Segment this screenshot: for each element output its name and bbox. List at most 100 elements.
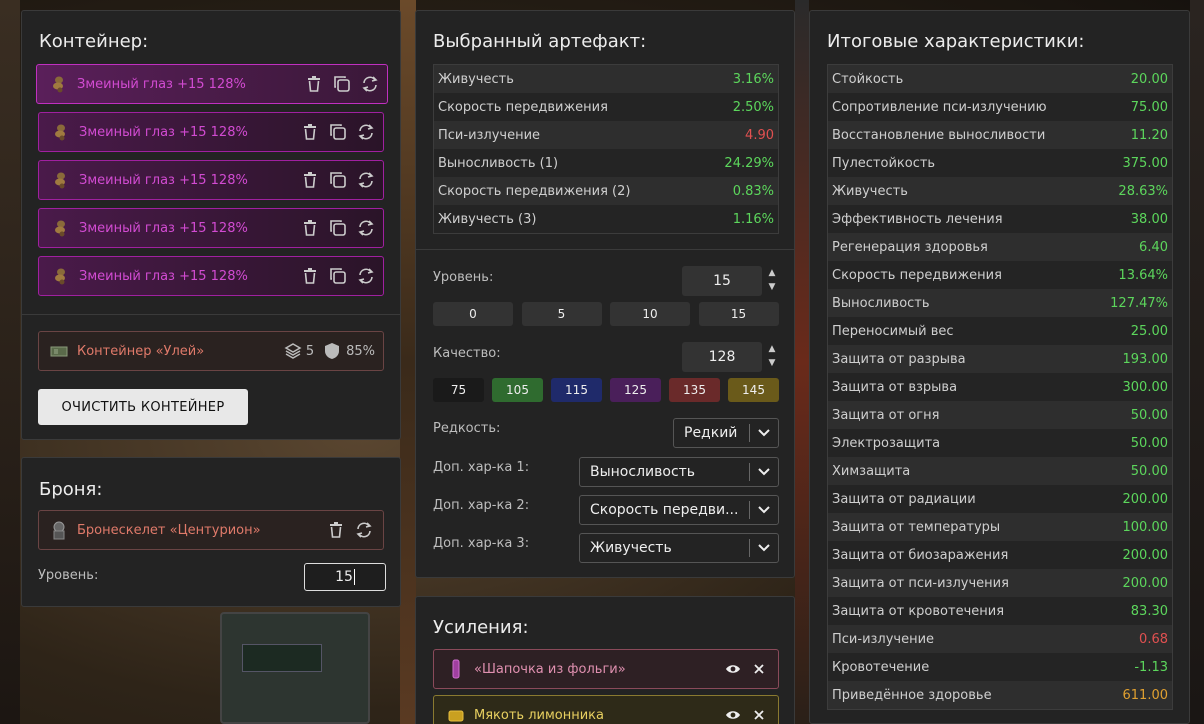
trash-icon[interactable] [301,171,319,189]
replace-icon[interactable] [357,171,375,189]
copy-icon[interactable] [329,171,347,189]
replace-icon[interactable] [355,521,373,539]
stat-name: Живучесть (3) [438,211,537,227]
stat-value: 127.47% [1110,295,1168,311]
boost-name: Мякоть лимонника [474,707,604,723]
container-slot[interactable]: Змеиный глаз +15 128% [38,208,384,248]
level-preset-button[interactable]: 15 [698,302,779,326]
quality-preset-button[interactable]: 135 [669,378,720,402]
eye-icon[interactable] [724,660,742,678]
boost-name: «Шапочка из фольги» [474,661,626,677]
replace-icon[interactable] [357,123,375,141]
close-icon[interactable] [750,706,768,724]
trash-icon[interactable] [301,219,319,237]
artifact-quality-input[interactable]: 128 [682,342,762,372]
container-item[interactable]: Контейнер «Улей» 5 85% [38,331,384,371]
trash-icon[interactable] [327,521,345,539]
stat-row: Защита от взрыва 300.00 [828,373,1172,401]
replace-icon[interactable] [357,219,375,237]
divider [22,314,400,315]
stat-value: 1.16% [732,211,774,227]
replace-icon[interactable] [357,267,375,285]
stat-name: Химзащита [832,463,911,479]
trash-icon[interactable] [305,75,323,93]
stat-row: Выносливость (1) 24.29% [434,149,778,177]
quality-down-arrow[interactable]: ▼ [766,358,778,368]
armor-level-value: 15 [335,569,353,585]
stat-row: Выносливость 127.47% [828,289,1172,317]
quality-preset-button[interactable]: 125 [610,378,661,402]
stat-value: 50.00 [1130,435,1168,451]
level-up-arrow[interactable]: ▲ [766,268,778,278]
trash-icon[interactable] [301,267,319,285]
totals-panel: Итоговые характеристики: Стойкость 20.00… [809,10,1190,724]
stat-value: 200.00 [1122,491,1169,507]
quality-preset-button[interactable]: 145 [728,378,779,402]
stat-value: 0.68 [1139,631,1168,647]
stat-row: Защита от пси-излучения 200.00 [828,569,1172,597]
stat-name: Регенерация здоровья [832,239,988,255]
container-slot[interactable]: Змеиный глаз +15 128% [38,112,384,152]
level-preset-button[interactable]: 5 [521,302,602,326]
close-icon[interactable] [750,660,768,678]
extra3-value: Живучесть [590,540,672,556]
stat-row: Электрозащита 50.00 [828,429,1172,457]
stat-row: Стойкость 20.00 [828,65,1172,93]
stat-value: 50.00 [1130,463,1168,479]
stat-name: Выносливость (1) [438,155,559,171]
stat-name: Электрозащита [832,435,941,451]
boost-item[interactable]: «Шапочка из фольги» [433,649,779,689]
artifact-icon [51,122,71,142]
stat-name: Скорость передвижения [438,99,608,115]
armor-item[interactable]: Бронескелет «Центурион» [38,510,384,550]
stat-row: Живучесть 3.16% [434,65,778,93]
extra1-select[interactable]: Выносливость [579,457,779,487]
boosts-panel: Усиления: «Шапочка из фольги» Мякоть лим… [415,596,795,724]
extra2-select[interactable]: Скорость передви... [579,495,779,525]
boost-item[interactable]: Мякоть лимонника [433,695,779,724]
stat-value: 25.00 [1130,323,1168,339]
stat-row: Живучесть 28.63% [828,177,1172,205]
stat-row: Пси-излучение 4.90 [434,121,778,149]
artifact-icon [51,218,71,238]
trash-icon[interactable] [301,123,319,141]
container-slot[interactable]: Змеиный глаз +15 128% [38,160,384,200]
quality-preset-button[interactable]: 105 [492,378,543,402]
replace-icon[interactable] [361,75,379,93]
copy-icon[interactable] [329,123,347,141]
armor-icon [53,521,65,540]
stat-value: 3.16% [732,71,774,87]
stat-name: Защита от взрыва [832,379,958,395]
copy-icon[interactable] [333,75,351,93]
chevron-down-icon [750,506,778,514]
extra2-label: Доп. хар-ка 2: [433,498,530,513]
copy-icon[interactable] [329,267,347,285]
level-preset-button[interactable]: 0 [433,302,513,326]
quality-preset-button[interactable]: 75 [433,378,484,402]
clear-container-button[interactable]: ОЧИСТИТЬ КОНТЕЙНЕР [38,389,248,425]
fruit-icon [448,710,464,722]
stat-row: Восстановление выносливости 11.20 [828,121,1172,149]
artifact-level-input[interactable]: 15 [682,266,762,296]
stat-name: Эффективность лечения [832,211,1003,227]
artifact-icon [51,266,71,286]
quality-up-arrow[interactable]: ▲ [766,344,778,354]
copy-icon[interactable] [329,219,347,237]
stat-value: 75.00 [1130,99,1168,115]
armor-level-input[interactable]: 15 [304,563,386,591]
container-item-name: Контейнер «Улей» [77,343,205,359]
armor-item-name: Бронескелет «Центурион» [77,522,261,538]
extra3-select[interactable]: Живучесть [579,533,779,563]
eye-icon[interactable] [724,706,742,724]
container-slot[interactable]: Змеиный глаз +15 128% [38,256,384,296]
level-preset-button[interactable]: 10 [610,302,690,326]
quality-preset-button[interactable]: 115 [551,378,602,402]
stat-value: 28.63% [1118,183,1168,199]
artifact-level-label: Уровень: [433,270,494,285]
rarity-select[interactable]: Редкий [673,418,779,448]
container-slot[interactable]: Змеиный глаз +15 128% [36,64,388,104]
stat-name: Живучесть [832,183,908,199]
level-down-arrow[interactable]: ▼ [766,282,778,292]
artifact-icon [51,170,71,190]
stat-row: Скорость передвижения 2.50% [434,93,778,121]
